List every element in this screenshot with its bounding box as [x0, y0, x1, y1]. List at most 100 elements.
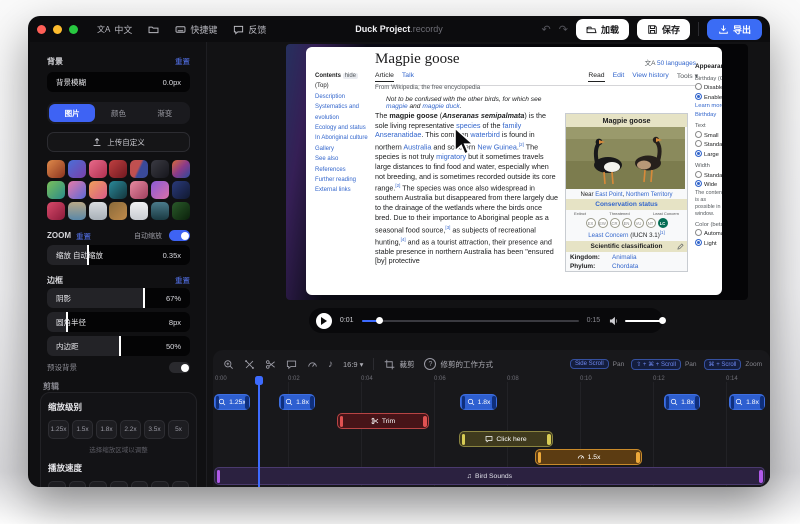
- wallpaper-thumbnail[interactable]: [47, 181, 65, 199]
- wallpaper-thumbnail[interactable]: [151, 160, 169, 178]
- appearance-option[interactable]: Enable: [704, 95, 722, 101]
- seek-bar[interactable]: [362, 320, 579, 322]
- save-button[interactable]: 保存: [637, 19, 690, 40]
- wallpaper-thumbnail[interactable]: [47, 160, 65, 178]
- tab-color[interactable]: 颜色: [95, 104, 141, 122]
- export-button[interactable]: 导出: [707, 19, 762, 40]
- playhead[interactable]: [258, 384, 260, 487]
- contents-item[interactable]: References: [315, 165, 371, 175]
- radio-selected-icon[interactable]: [695, 239, 702, 246]
- zoom-in-icon[interactable]: [223, 359, 234, 370]
- wallpaper-thumbnail[interactable]: [109, 160, 127, 178]
- timeline-ruler[interactable]: 0:00 0:02 0:04 0:06 0:08 0:10 0:12 0:14: [213, 376, 770, 388]
- comment-icon[interactable]: [286, 359, 297, 370]
- appearance-option[interactable]: Wide: [704, 182, 717, 188]
- speed-preset-button[interactable]: 0.75x: [89, 481, 107, 487]
- contents-item[interactable]: Description: [315, 92, 371, 102]
- aspect-ratio-dropdown[interactable]: 16:9 ▾: [343, 360, 363, 369]
- seek-knob[interactable]: [376, 317, 383, 324]
- shadow-slider[interactable]: 阴影 67%: [47, 288, 190, 308]
- clip-handle-left[interactable]: [731, 396, 735, 409]
- edit-pencil-icon[interactable]: [677, 243, 684, 250]
- clip-handle-left[interactable]: [340, 416, 344, 427]
- contents-hide-button[interactable]: hide: [343, 73, 358, 79]
- play-button[interactable]: [316, 313, 332, 329]
- radio-selected-icon[interactable]: [695, 150, 702, 157]
- wallpaper-thumbnail[interactable]: [172, 181, 190, 199]
- contents-item[interactable]: (Top): [315, 81, 371, 91]
- maximize-window-button[interactable]: [69, 25, 78, 34]
- clip-handle-right[interactable]: [547, 434, 551, 445]
- zoom-clip[interactable]: 1.8x: [729, 394, 765, 410]
- clip-handle-left[interactable]: [462, 434, 466, 445]
- speed-preset-button[interactable]: 2x: [172, 481, 189, 487]
- clip-handle-right[interactable]: [759, 470, 763, 483]
- radio-selected-icon[interactable]: [695, 180, 702, 187]
- appearance-option[interactable]: Small: [704, 133, 719, 139]
- wallpaper-thumbnail[interactable]: [151, 181, 169, 199]
- project-folder-button[interactable]: [148, 24, 159, 35]
- radio-icon[interactable]: [695, 140, 702, 147]
- tab-gradient[interactable]: 渐变: [142, 104, 188, 122]
- appearance-learn-link[interactable]: Learn more Birthday: [695, 102, 722, 119]
- zoom-clip[interactable]: 1.8x: [460, 394, 497, 410]
- undo-button[interactable]: ↶: [542, 23, 551, 36]
- wallpaper-thumbnail[interactable]: [109, 202, 127, 220]
- clip-handle-left[interactable]: [538, 452, 542, 463]
- shortcuts-button[interactable]: 快捷键: [175, 23, 217, 36]
- zoom-clip[interactable]: 1.8x: [279, 394, 315, 410]
- contents-item[interactable]: Systematics and evolution: [315, 102, 371, 123]
- trim-clip[interactable]: Trim: [337, 413, 429, 429]
- clip-handle-right[interactable]: [245, 396, 249, 409]
- wallpaper-thumbnail[interactable]: [130, 160, 148, 178]
- radio-icon[interactable]: [695, 171, 702, 178]
- background-reset-link[interactable]: 重置: [175, 56, 190, 67]
- wallpaper-thumbnail[interactable]: [89, 202, 107, 220]
- wallpaper-thumbnail[interactable]: [130, 202, 148, 220]
- volume-slider[interactable]: [625, 320, 663, 322]
- radio-selected-icon[interactable]: [695, 93, 702, 100]
- background-blur-row[interactable]: 背景模糊 0.0px: [47, 72, 190, 92]
- speed-preset-button[interactable]: 1.75x: [151, 481, 169, 487]
- preset-background-toggle[interactable]: [169, 362, 190, 373]
- close-window-button[interactable]: [37, 25, 46, 34]
- zoom-preset-button[interactable]: 5x: [168, 420, 189, 439]
- magic-wand-icon[interactable]: [244, 359, 255, 370]
- clip-handle-right[interactable]: [695, 396, 699, 409]
- wallpaper-thumbnail[interactable]: [172, 160, 190, 178]
- upload-background-button[interactable]: 上传自定义: [47, 132, 190, 152]
- wallpaper-thumbnail[interactable]: [89, 160, 107, 178]
- tab-image[interactable]: 图片: [49, 104, 95, 122]
- wallpaper-thumbnail[interactable]: [68, 181, 86, 199]
- speaker-icon[interactable]: [609, 316, 619, 326]
- clip-handle-left[interactable]: [462, 396, 466, 409]
- wallpaper-thumbnail[interactable]: [68, 160, 86, 178]
- speed-gauge-icon[interactable]: [307, 359, 318, 370]
- crop-button[interactable]: 裁剪: [384, 359, 414, 370]
- speed-preset-button[interactable]: 0.5x: [69, 481, 86, 487]
- appearance-option[interactable]: Disable: [704, 85, 722, 91]
- wiki-tab-talk[interactable]: Talk: [402, 72, 414, 82]
- speed-preset-button[interactable]: 1.25x: [110, 481, 128, 487]
- language-menu[interactable]: 文A 中文: [97, 23, 132, 36]
- volume-knob[interactable]: [659, 317, 666, 324]
- appearance-option[interactable]: Standard: [704, 173, 722, 179]
- contents-item[interactable]: In Aboriginal culture: [315, 133, 371, 143]
- clip-handle-right[interactable]: [310, 396, 314, 409]
- contents-item[interactable]: Further reading: [315, 175, 371, 185]
- wallpaper-thumbnail[interactable]: [89, 181, 107, 199]
- wiki-tab-read[interactable]: Read: [588, 72, 604, 82]
- music-note-icon[interactable]: ♪: [328, 359, 333, 370]
- radio-icon[interactable]: [695, 83, 702, 90]
- clip-handle-right[interactable]: [636, 452, 640, 463]
- minimize-window-button[interactable]: [53, 25, 62, 34]
- zoom-preset-button[interactable]: 1.25x: [48, 420, 69, 439]
- zoom-preset-button[interactable]: 2.2x: [120, 420, 141, 439]
- contents-item[interactable]: See also: [315, 154, 371, 164]
- wallpaper-thumbnail[interactable]: [130, 181, 148, 199]
- padding-slider[interactable]: 内边距 50%: [47, 336, 190, 356]
- appearance-option[interactable]: Standard: [704, 142, 722, 148]
- clip-handle-right[interactable]: [492, 396, 496, 409]
- zoom-clip[interactable]: 1.25x: [214, 394, 250, 410]
- trim-help-button[interactable]: ? 修剪的工作方式: [424, 358, 493, 370]
